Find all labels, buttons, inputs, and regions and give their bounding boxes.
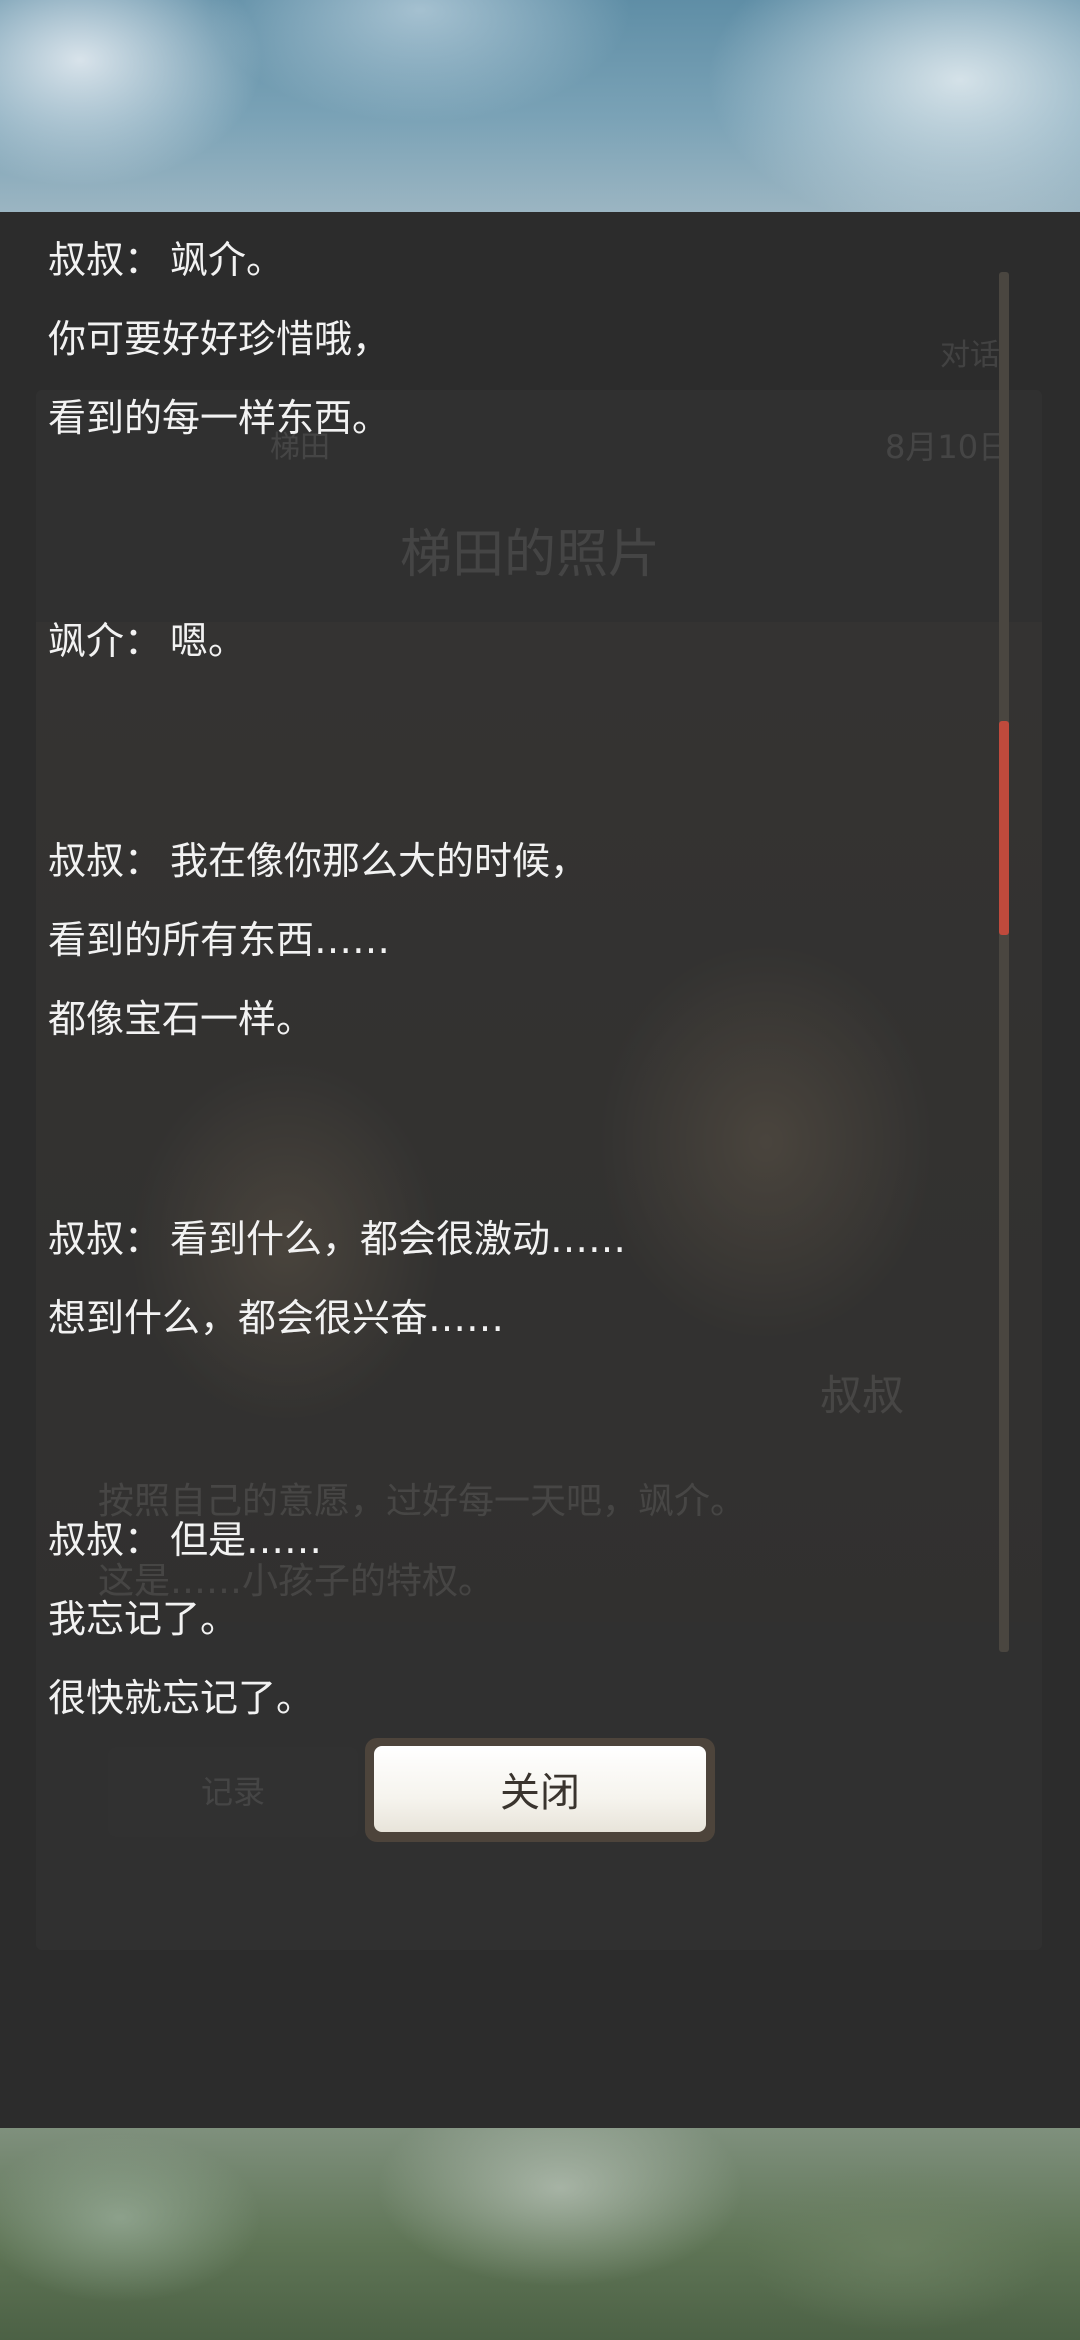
dialogue-text: 看到什么，都会很激动…… — [170, 1217, 627, 1261]
log-line: 飒介： 嗯。 — [48, 602, 246, 681]
dialogue-text: 飒介。 — [170, 238, 285, 282]
background-speaker-name: 叔叔 — [820, 1371, 905, 1420]
log-line: 你可要好好珍惜哦， — [48, 317, 391, 361]
log-line: 叔叔： 但是…… — [48, 1501, 322, 1580]
log-entry: 飒介： 嗯。 — [48, 602, 246, 681]
close-button[interactable]: 关闭 — [374, 1746, 706, 1832]
dialogue-text: 但是…… — [170, 1518, 323, 1562]
log-entry: 叔叔： 看到什么，都会很激动…… 想到什么，都会很兴奋…… — [48, 1200, 626, 1358]
background-scene-tag: 对话 — [940, 338, 1000, 373]
log-entry: 叔叔： 我在像你那么大的时候， 看到的所有东西…… 都像宝石一样。 — [48, 822, 588, 1059]
log-scrollbar[interactable] — [999, 272, 1009, 1652]
log-line: 很快就忘记了。 — [48, 1676, 315, 1720]
background-scene-date: 8月10日 — [885, 428, 1011, 466]
log-line: 都像宝石一样。 — [48, 997, 315, 1041]
log-line: 我忘记了。 — [48, 1597, 239, 1641]
log-line: 叔叔： 我在像你那么大的时候， — [48, 822, 588, 901]
close-button-frame: 关闭 — [365, 1738, 715, 1842]
sky-background — [0, 0, 1080, 212]
background-record-button: 记录 — [108, 1747, 358, 1837]
scrollbar-thumb[interactable] — [999, 721, 1009, 935]
speaker-label: 叔叔： — [48, 238, 163, 282]
log-line: 看到的每一样东西。 — [48, 396, 391, 440]
dialogue-text: 我在像你那么大的时候， — [170, 839, 589, 883]
dialogue-text: 嗯。 — [170, 619, 247, 663]
log-line: 想到什么，都会很兴奋…… — [48, 1296, 505, 1340]
speaker-label: 叔叔： — [48, 839, 163, 883]
log-overlay: 梯田的照片 对话 8月10日 梯田 叔叔 按照自己的意愿，过好每一天吧，飒介。 … — [0, 212, 1080, 2128]
speaker-label: 叔叔： — [48, 1518, 163, 1562]
log-entry: 叔叔： 飒介。 你可要好好珍惜哦， 看到的每一样东西。 — [48, 221, 390, 458]
log-line: 看到的所有东西…… — [48, 918, 391, 962]
speaker-label: 叔叔： — [48, 1217, 163, 1261]
background-scene-title: 梯田的照片 — [400, 525, 661, 585]
forest-background — [0, 2128, 1080, 2340]
speaker-label: 飒介： — [48, 619, 163, 663]
log-entry: 叔叔： 但是…… 我忘记了。 很快就忘记了。 — [48, 1501, 322, 1738]
log-line: 叔叔： 飒介。 — [48, 221, 390, 300]
log-line: 叔叔： 看到什么，都会很激动…… — [48, 1200, 626, 1279]
